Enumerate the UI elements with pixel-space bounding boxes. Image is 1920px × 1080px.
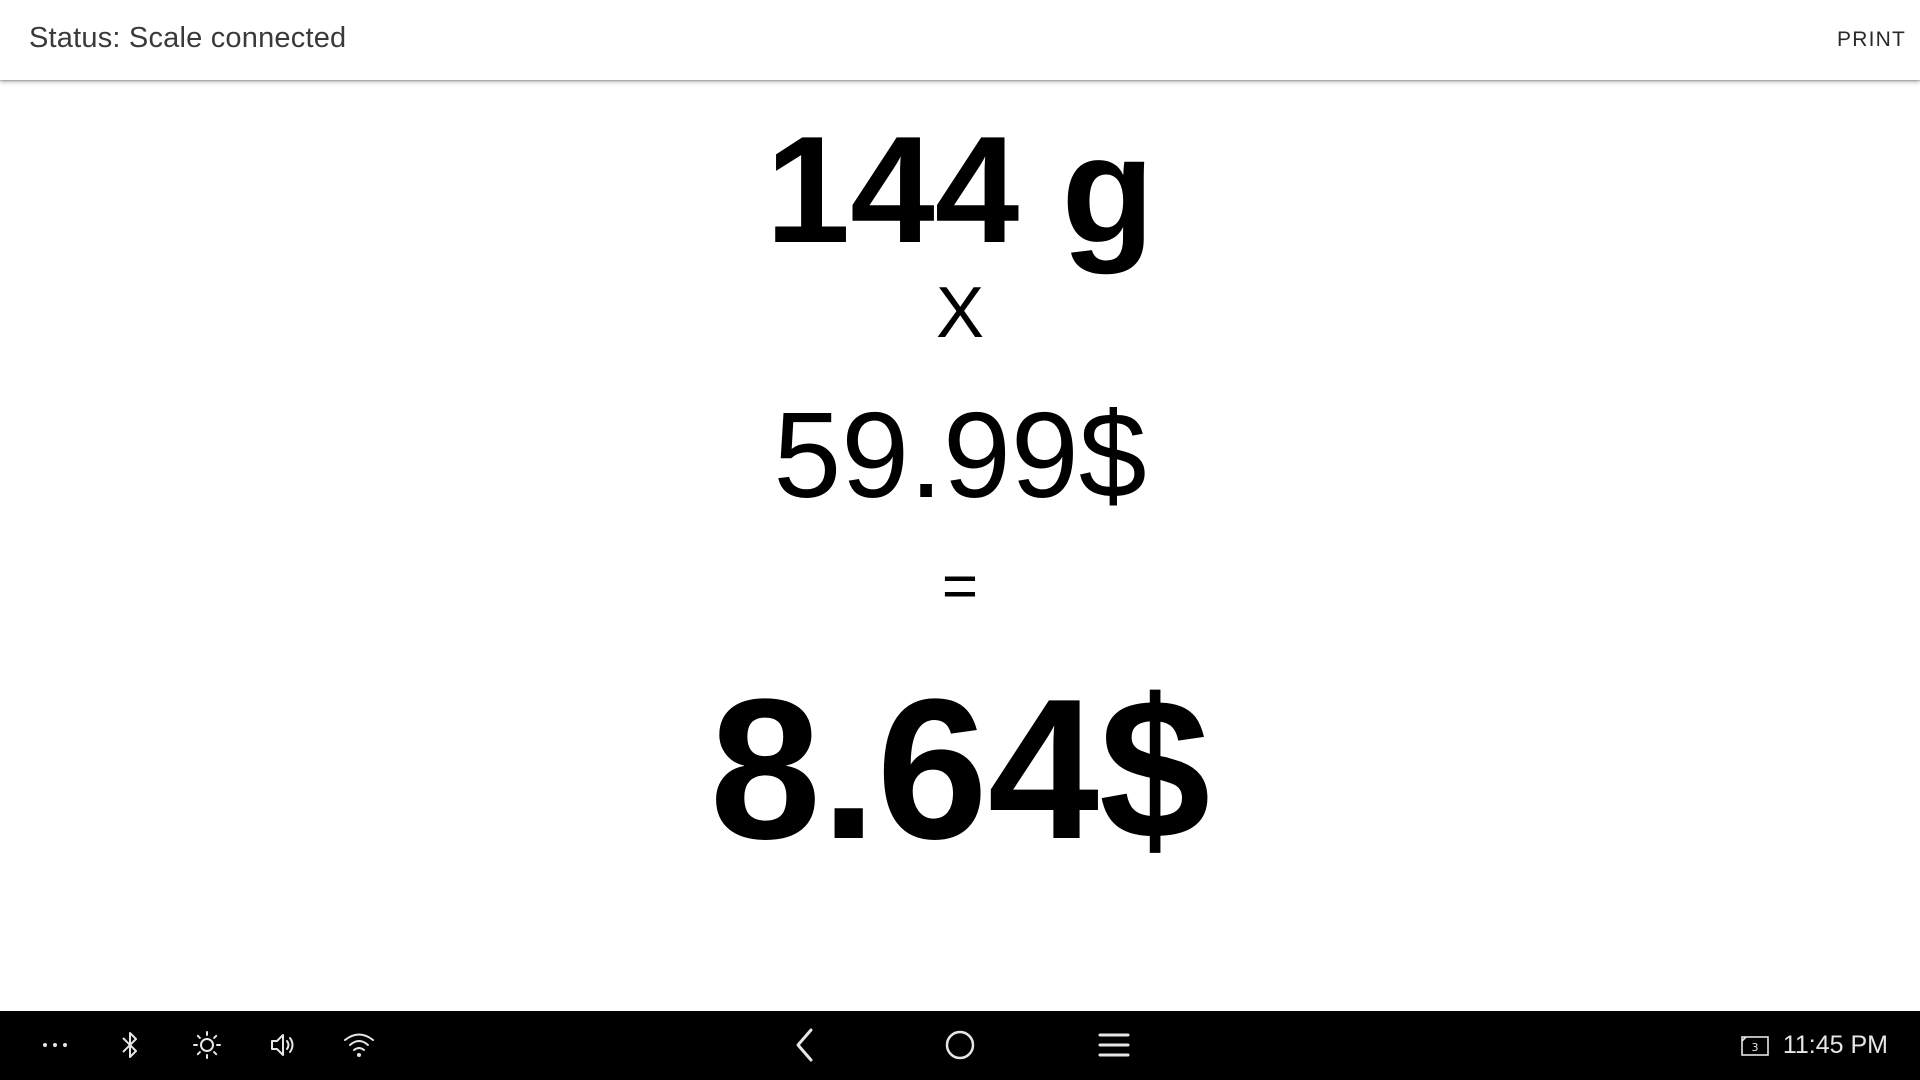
wifi-icon[interactable]: [337, 1023, 381, 1067]
status-text: Status: Scale connected: [29, 22, 347, 54]
total-price-value: 8.64$: [709, 658, 1211, 881]
multiply-operator: X: [935, 273, 985, 353]
unit-price-value: 59.99$: [773, 387, 1147, 523]
screen-badge-icon[interactable]: 3: [1740, 1031, 1770, 1061]
home-icon[interactable]: [938, 1023, 982, 1067]
back-icon[interactable]: [783, 1023, 827, 1067]
volume-icon[interactable]: [261, 1023, 305, 1067]
bluetooth-icon[interactable]: [108, 1023, 152, 1067]
print-button[interactable]: PRINT: [1827, 18, 1906, 62]
top-app-bar: Status: Scale connected PRINT: [0, 0, 1920, 80]
clock: 11:45 PM: [1782, 1031, 1888, 1059]
calculation-display: 144 g X 59.99$ = 8.64$: [0, 80, 1920, 1011]
weight-value: 144 g: [765, 105, 1155, 275]
menu-icon[interactable]: [1092, 1023, 1136, 1067]
scale-app: Status: Scale connected PRINT 144 g X 59…: [0, 0, 1920, 1080]
equals-operator: =: [941, 552, 979, 621]
system-navigation-bar: 3 11:45 PM: [0, 1011, 1920, 1080]
brightness-icon[interactable]: [185, 1023, 229, 1067]
more-horizontal-icon[interactable]: [33, 1023, 77, 1067]
screen-badge-number: 3: [1752, 1041, 1759, 1054]
